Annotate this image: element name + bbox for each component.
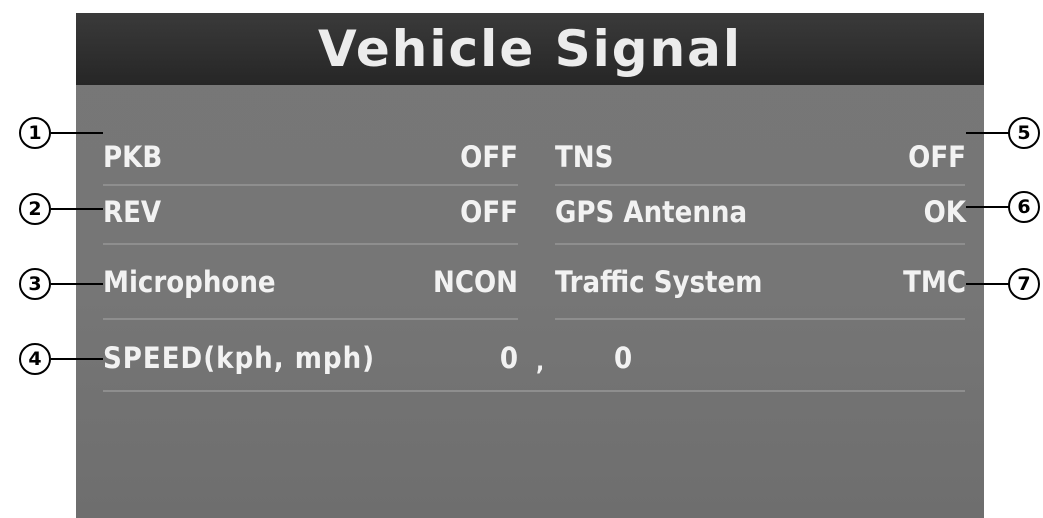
rev-value: OFF [460, 195, 518, 229]
vehicle-signal-screen: Vehicle Signal PKB OFF TNS OFF REV OFF G… [76, 13, 984, 518]
callout-marker: 6 [1008, 191, 1040, 223]
callout-marker: 5 [1008, 117, 1040, 149]
callout-marker: 3 [19, 268, 51, 300]
microphone-label: Microphone [103, 265, 276, 299]
row-divider [103, 243, 518, 245]
callout-leader-line [51, 283, 103, 285]
callout-marker: 2 [19, 193, 51, 225]
speed-mph-value: 0 [614, 341, 633, 375]
tns-label: TNS [555, 140, 614, 174]
callout-leader-line [966, 132, 1010, 134]
row-divider [103, 390, 965, 392]
microphone-value: NCON [433, 265, 518, 299]
traffic-system-label: Traffic System [555, 265, 763, 299]
pkb-value: OFF [460, 140, 518, 174]
speed-separator: , [536, 348, 545, 376]
pkb-label: PKB [103, 140, 163, 174]
page-title: Vehicle Signal [317, 20, 743, 78]
callout-leader-line [51, 208, 103, 210]
row-divider [555, 318, 965, 320]
callout-leader-line [966, 283, 1010, 285]
row-divider [555, 243, 965, 245]
row-divider [103, 184, 518, 186]
callout-leader-line [51, 358, 103, 360]
rev-label: REV [103, 195, 162, 229]
callout-marker: 1 [19, 117, 51, 149]
row-divider [555, 184, 965, 186]
callout-leader-line [966, 206, 1010, 208]
speed-label: SPEED(kph, mph) [103, 341, 376, 375]
callout-marker: 7 [1008, 268, 1040, 300]
row-divider [103, 318, 518, 320]
figure: Vehicle Signal PKB OFF TNS OFF REV OFF G… [0, 0, 1043, 518]
gps-antenna-value: OK [923, 195, 966, 229]
callout-leader-line [51, 132, 103, 134]
gps-antenna-label: GPS Antenna [555, 195, 748, 229]
speed-kph-value: 0 [499, 341, 518, 375]
callout-marker: 4 [19, 343, 51, 375]
title-bar: Vehicle Signal [76, 13, 984, 85]
traffic-system-value: TMC [903, 265, 966, 299]
tns-value: OFF [908, 140, 966, 174]
